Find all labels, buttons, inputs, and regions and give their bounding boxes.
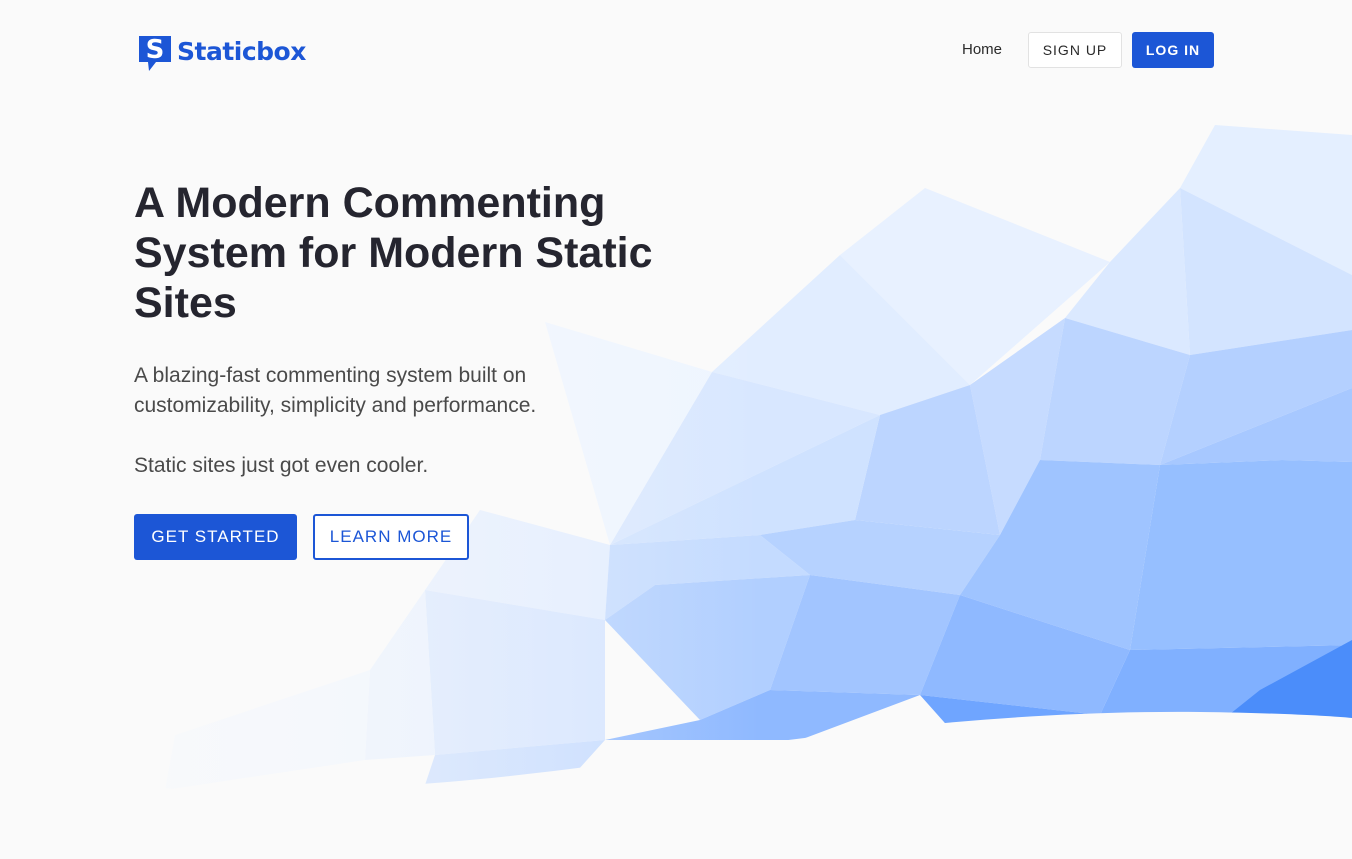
brand-name: Staticbox — [177, 37, 306, 66]
svg-text:S: S — [146, 35, 165, 65]
signup-button[interactable]: SIGN UP — [1028, 32, 1122, 68]
brand-logo-link[interactable]: S Staticbox — [136, 33, 306, 73]
low-poly-background — [0, 0, 1352, 859]
navbar: S Staticbox Home SIGN UP LOG IN — [0, 0, 1352, 100]
landing-page: S Staticbox Home SIGN UP LOG IN A Modern… — [0, 0, 1352, 859]
hero-tagline: Static sites just got even cooler. — [134, 454, 429, 477]
learn-more-button[interactable]: LEARN MORE — [313, 514, 469, 560]
speech-bubble-s-icon: S — [139, 35, 171, 71]
hero-subtitle: A blazing-fast commenting system built o… — [134, 364, 537, 417]
login-button[interactable]: LOG IN — [1132, 32, 1214, 68]
hero-title: A Modern Commenting System for Modern St… — [134, 179, 653, 327]
get-started-button[interactable]: GET STARTED — [134, 514, 297, 560]
nav-home-link[interactable]: Home — [946, 33, 1018, 67]
